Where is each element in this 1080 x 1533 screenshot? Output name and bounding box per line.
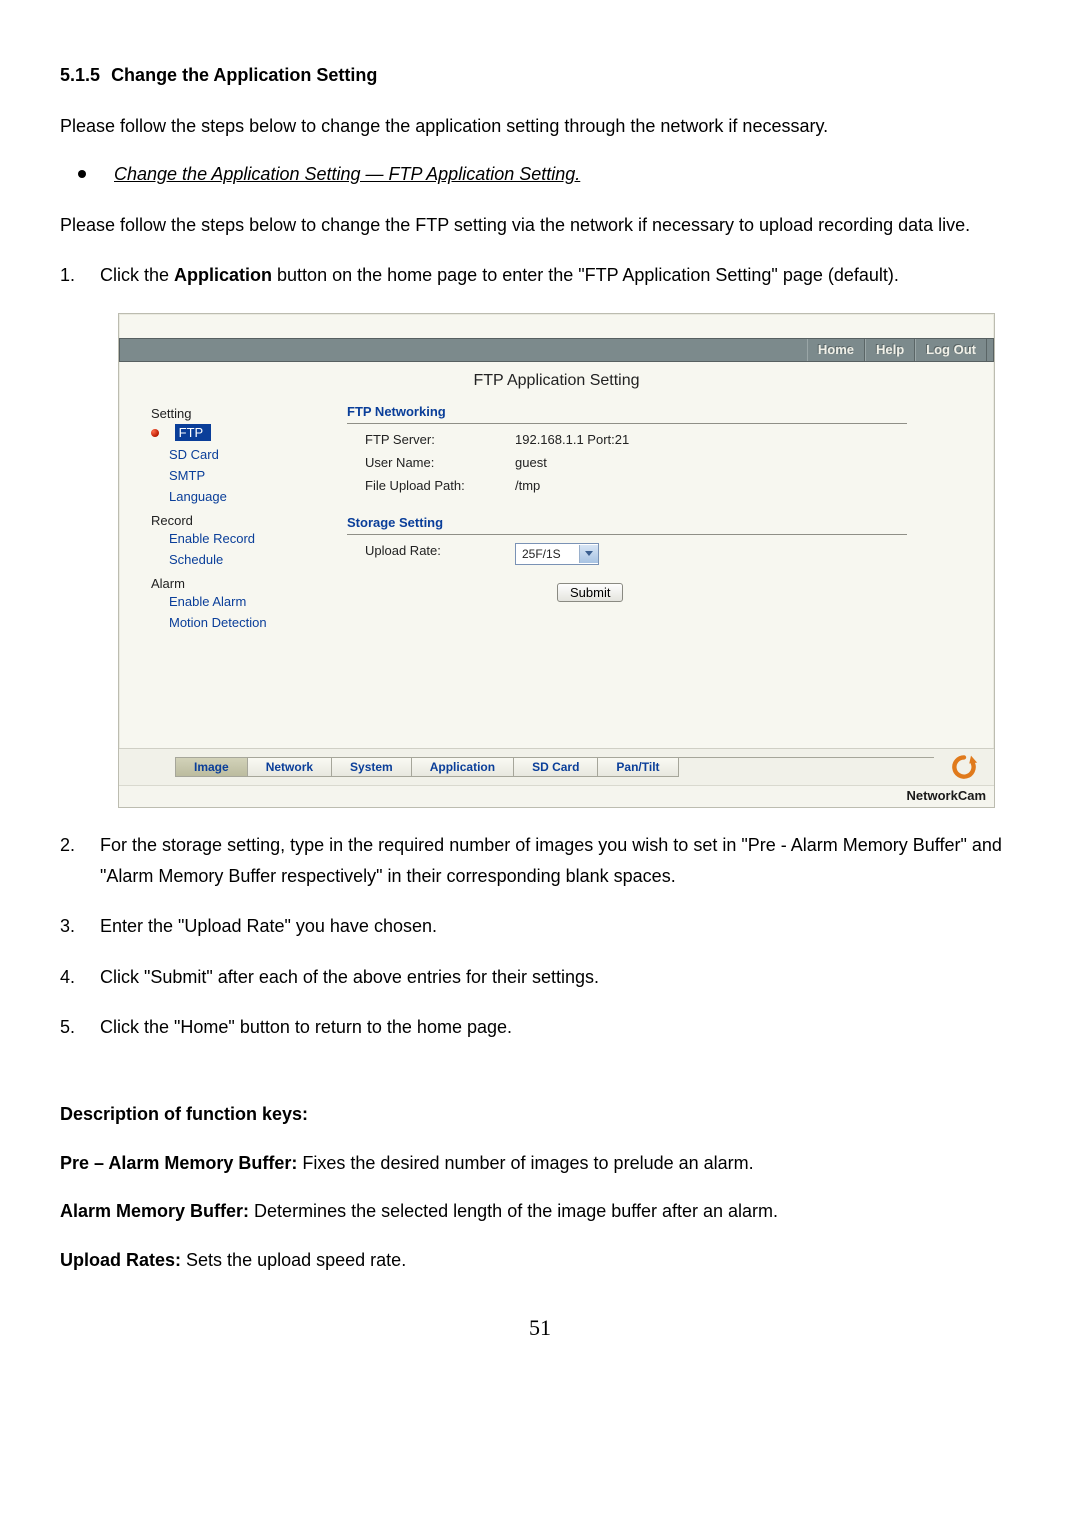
step-2: 2. For the storage setting, type in the … (60, 830, 1020, 891)
embedded-screenshot: Home Help Log Out FTP Application Settin… (118, 313, 1020, 808)
bullet-text: Change the Application Setting — FTP App… (114, 159, 580, 190)
step-body: Click the Application button on the home… (100, 260, 1020, 291)
section-heading: 5.1.5 Change the Application Setting (60, 60, 1020, 91)
key-text: Fixes the desired number of images to pr… (297, 1153, 753, 1173)
bottom-bar: Image Network System Application SD Card… (119, 748, 994, 785)
page-number: 51 (60, 1309, 1020, 1346)
user-name-value: guest (515, 455, 547, 470)
sidebar-item-motion-detection[interactable]: Motion Detection (151, 612, 341, 633)
upload-rate-row: Upload Rate: 25F/1S (347, 539, 962, 569)
section-title: Change the Application Setting (111, 65, 377, 85)
top-nav-bar: Home Help Log Out (119, 338, 994, 362)
brand-label: NetworkCam (119, 785, 994, 807)
key-label: Pre – Alarm Memory Buffer: (60, 1153, 297, 1173)
step1-part-a: Click the (100, 265, 174, 285)
intro2-paragraph: Please follow the steps below to change … (60, 210, 1020, 241)
step-number: 2. (60, 830, 100, 891)
function-key-upload-rates: Upload Rates: Sets the upload speed rate… (60, 1245, 1020, 1276)
step-body: Click "Submit" after each of the above e… (100, 962, 1020, 993)
step-body: For the storage setting, type in the req… (100, 830, 1020, 891)
upload-path-value: /tmp (515, 478, 540, 493)
ftp-networking-heading: FTP Networking (347, 404, 907, 424)
active-dot-icon (151, 429, 159, 437)
submit-button[interactable]: Submit (557, 583, 623, 602)
refresh-icon[interactable] (950, 753, 978, 781)
key-label: Alarm Memory Buffer: (60, 1201, 249, 1221)
user-name-row: User Name: guest (347, 451, 962, 474)
step1-bold: Application (174, 265, 272, 285)
tab-system[interactable]: System (331, 758, 412, 777)
tab-pantilt[interactable]: Pan/Tilt (597, 758, 678, 777)
bullet-item: Change the Application Setting — FTP App… (60, 159, 1020, 190)
key-text: Determines the selected length of the im… (249, 1201, 778, 1221)
step1-part-b: button on the home page to enter the "FT… (272, 265, 899, 285)
ftp-server-label: FTP Server: (365, 432, 515, 447)
ftp-server-row: FTP Server: 192.168.1.1 Port:21 (347, 428, 962, 451)
intro-paragraph: Please follow the steps below to change … (60, 111, 1020, 142)
step-5: 5. Click the "Home" button to return to … (60, 1012, 1020, 1043)
sidebar-group-record: Record (151, 513, 341, 528)
sidebar-group-setting: Setting (151, 406, 341, 421)
bottom-tabs: Image Network System Application SD Card… (175, 757, 934, 777)
function-key-pre-alarm: Pre – Alarm Memory Buffer: Fixes the des… (60, 1148, 1020, 1179)
sidebar-item-enable-record[interactable]: Enable Record (151, 528, 341, 549)
form-area: FTP Networking FTP Server: 192.168.1.1 P… (341, 404, 962, 724)
settings-sidebar: Setting FTP SD Card SMTP Language Record… (151, 404, 341, 724)
panel-title: FTP Application Setting (119, 362, 994, 404)
tab-sdcard[interactable]: SD Card (513, 758, 598, 777)
sidebar-item-smtp[interactable]: SMTP (151, 465, 341, 486)
step-number: 4. (60, 962, 100, 993)
function-key-alarm-buffer: Alarm Memory Buffer: Determines the sele… (60, 1196, 1020, 1227)
user-name-label: User Name: (365, 455, 515, 470)
sidebar-item-schedule[interactable]: Schedule (151, 549, 341, 570)
ftp-server-value: 192.168.1.1 Port:21 (515, 432, 629, 447)
sidebar-item-ftp[interactable]: FTP (151, 421, 341, 444)
tab-network[interactable]: Network (247, 758, 332, 777)
tab-image[interactable]: Image (175, 758, 248, 777)
sidebar-item-language[interactable]: Language (151, 486, 341, 507)
upload-rate-select[interactable]: 25F/1S (515, 543, 599, 565)
step-body: Click the "Home" button to return to the… (100, 1012, 1020, 1043)
sidebar-item-enable-alarm[interactable]: Enable Alarm (151, 591, 341, 612)
step-number: 3. (60, 911, 100, 942)
section-number: 5.1.5 (60, 65, 100, 85)
step-body: Enter the "Upload Rate" you have chosen. (100, 911, 1020, 942)
bullet-dot-icon (78, 170, 86, 178)
storage-setting-heading: Storage Setting (347, 515, 907, 535)
key-label: Upload Rates: (60, 1250, 181, 1270)
step-4: 4. Click "Submit" after each of the abov… (60, 962, 1020, 993)
step-3: 3. Enter the "Upload Rate" you have chos… (60, 911, 1020, 942)
upload-path-label: File Upload Path: (365, 478, 515, 493)
sidebar-item-sdcard[interactable]: SD Card (151, 444, 341, 465)
home-button[interactable]: Home (807, 339, 865, 361)
upload-path-row: File Upload Path: /tmp (347, 474, 962, 497)
sidebar-item-ftp-label: FTP (175, 424, 212, 441)
logout-button[interactable]: Log Out (915, 339, 987, 361)
step-1: 1. Click the Application button on the h… (60, 260, 1020, 291)
step-number: 5. (60, 1012, 100, 1043)
key-text: Sets the upload speed rate. (181, 1250, 406, 1270)
chevron-down-icon[interactable] (579, 545, 598, 563)
function-keys-heading: Description of function keys: (60, 1099, 1020, 1130)
help-button[interactable]: Help (865, 339, 915, 361)
step-number: 1. (60, 260, 100, 291)
sidebar-group-alarm: Alarm (151, 576, 341, 591)
upload-rate-label: Upload Rate: (365, 543, 515, 565)
tab-application[interactable]: Application (411, 758, 514, 777)
document-page: 5.1.5 Change the Application Setting Ple… (0, 0, 1080, 1377)
upload-rate-value: 25F/1S (516, 547, 579, 561)
